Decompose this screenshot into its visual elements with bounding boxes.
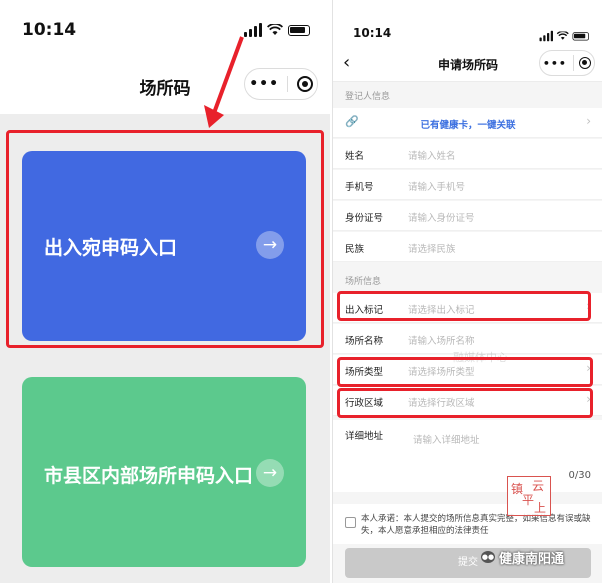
ethnicity-field[interactable]: 民族 请选择民族: [333, 232, 602, 262]
field-label: 民族: [345, 244, 365, 255]
phone-field[interactable]: 手机号 请输入手机号: [333, 170, 602, 200]
health-card-link[interactable]: 已有健康卡，一键关联: [333, 117, 602, 131]
status-time: 10:14: [353, 26, 392, 40]
screenshot-composite: 10:14 场所码 ••• 出入宛申码入口 → 市县区内部场所申码入口 → 10…: [0, 0, 602, 583]
section-registrant-title: 登记人信息: [345, 92, 391, 102]
account-name: 健康南阳通: [499, 551, 565, 567]
capsule-divider: [287, 76, 289, 92]
place-name-input[interactable]: 请输入场所名称: [408, 333, 475, 347]
right-phone-screen: 10:14 ‹ 申请场所码 ••• 登记人信息 🔗 已有健康卡，一键关联 › 姓…: [332, 0, 602, 583]
status-bar: 10:14: [0, 0, 330, 56]
card-label: 市县区内部场所申码入口: [44, 465, 254, 487]
signal-icon: [539, 30, 553, 42]
system-icons: [539, 30, 589, 42]
battery-icon: [572, 31, 589, 41]
phone-input[interactable]: 请输入手机号: [408, 179, 465, 193]
red-pointer-arrow-icon: [204, 36, 244, 128]
stamp-char: 平: [522, 493, 535, 507]
stamp-char: 上: [534, 501, 547, 515]
mini-program-capsule: •••: [539, 50, 595, 76]
char-count: 0/30: [568, 470, 591, 481]
target-icon[interactable]: [579, 57, 592, 69]
wifi-icon: [556, 31, 569, 40]
field-label: 姓名: [345, 151, 365, 162]
highlight-box: [337, 388, 593, 418]
id-number-input[interactable]: 请输入身份证号: [408, 210, 475, 224]
arrow-right-icon: →: [256, 459, 284, 487]
mini-program-capsule: •••: [244, 68, 318, 100]
agreement-text: 本人承诺：本人提交的场所信息真实完整，如果信息有误或缺失，本人愿意承担相应的法律…: [361, 514, 591, 536]
status-bar: 10:14: [333, 0, 602, 44]
more-dots-icon[interactable]: •••: [249, 76, 279, 92]
wechat-account-watermark: ●● 健康南阳通: [481, 548, 599, 567]
field-label: 详细地址: [345, 431, 384, 442]
capsule-divider: [572, 55, 574, 71]
field-label: 手机号: [345, 182, 374, 193]
highlight-box: [337, 291, 591, 321]
highlight-box: [6, 130, 324, 348]
name-field[interactable]: 姓名 请输入姓名: [333, 139, 602, 169]
internal-place-apply-card[interactable]: 市县区内部场所申码入口 →: [22, 377, 306, 567]
address-field[interactable]: 详细地址 请输入详细地址 0/30: [333, 420, 602, 492]
id-number-field[interactable]: 身份证号 请输入身份证号: [333, 201, 602, 231]
chevron-right-icon: ›: [586, 114, 591, 128]
nav-bar: 场所码 •••: [0, 56, 330, 114]
more-dots-icon[interactable]: •••: [543, 57, 567, 70]
address-textarea[interactable]: 请输入详细地址: [413, 432, 480, 446]
target-icon[interactable]: [296, 76, 313, 92]
highlight-box: [337, 357, 593, 387]
agreement-checkbox[interactable]: [345, 517, 356, 528]
wechat-icon: ●●: [481, 551, 495, 563]
wifi-icon: [267, 24, 283, 35]
battery-icon: [288, 24, 310, 36]
name-input[interactable]: 请输入姓名: [408, 148, 456, 162]
system-icons: [244, 23, 310, 37]
status-time: 10:14: [22, 20, 77, 40]
nav-bar: ‹ 申请场所码 •••: [333, 44, 602, 82]
watermark-stamp: 镇 云 平 上: [507, 476, 551, 516]
field-label: 场所名称: [345, 336, 384, 347]
ethnicity-select[interactable]: 请选择民族: [408, 241, 456, 255]
section-place-title: 场所信息: [345, 277, 382, 287]
left-phone-screen: 10:14 场所码 ••• 出入宛申码入口 → 市县区内部场所申码入口 →: [0, 0, 330, 583]
agreement-row: 本人承诺：本人提交的场所信息真实完整，如果信息有误或缺失，本人愿意承担相应的法律…: [333, 504, 602, 544]
health-card-link-row[interactable]: 🔗 已有健康卡，一键关联 ›: [333, 108, 602, 138]
field-label: 身份证号: [345, 213, 384, 224]
